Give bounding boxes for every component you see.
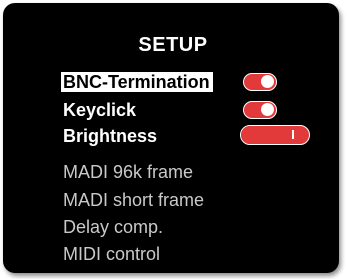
toggle-knob (261, 103, 274, 116)
menu-item-label: MADI short frame (63, 190, 205, 210)
menu-item-madi-96k-frame: MADI 96k frame (63, 161, 193, 183)
toggle-knob (261, 75, 274, 88)
brightness-fill (241, 126, 294, 144)
keyclick-toggle[interactable] (243, 101, 277, 119)
brightness-marker[interactable] (292, 130, 295, 139)
menu-item-label: Delay comp. (63, 217, 164, 237)
bnc-termination-toggle[interactable] (243, 73, 277, 91)
menu-item-keyclick[interactable]: Keyclick (63, 99, 136, 121)
menu-item-label: MIDI control (63, 244, 161, 264)
menu-item-madi-short-frame: MADI short frame (63, 189, 204, 211)
menu-item-label: Keyclick (63, 100, 137, 120)
menu-item-delay-comp: Delay comp. (63, 216, 163, 238)
menu-item-label: Brightness (63, 126, 158, 146)
menu-item-label: MADI 96k frame (63, 162, 194, 182)
menu-item-midi-control: MIDI control (63, 243, 160, 265)
brightness-slider[interactable] (240, 125, 310, 145)
menu-item-bnc-termination[interactable]: BNC-Termination (61, 71, 213, 93)
setup-screen: SETUP BNC-Termination Keyclick Brightnes… (3, 3, 339, 273)
menu-item-brightness[interactable]: Brightness (63, 125, 157, 147)
menu-item-label: BNC-Termination (61, 72, 213, 92)
screen-title: SETUP (138, 34, 208, 56)
